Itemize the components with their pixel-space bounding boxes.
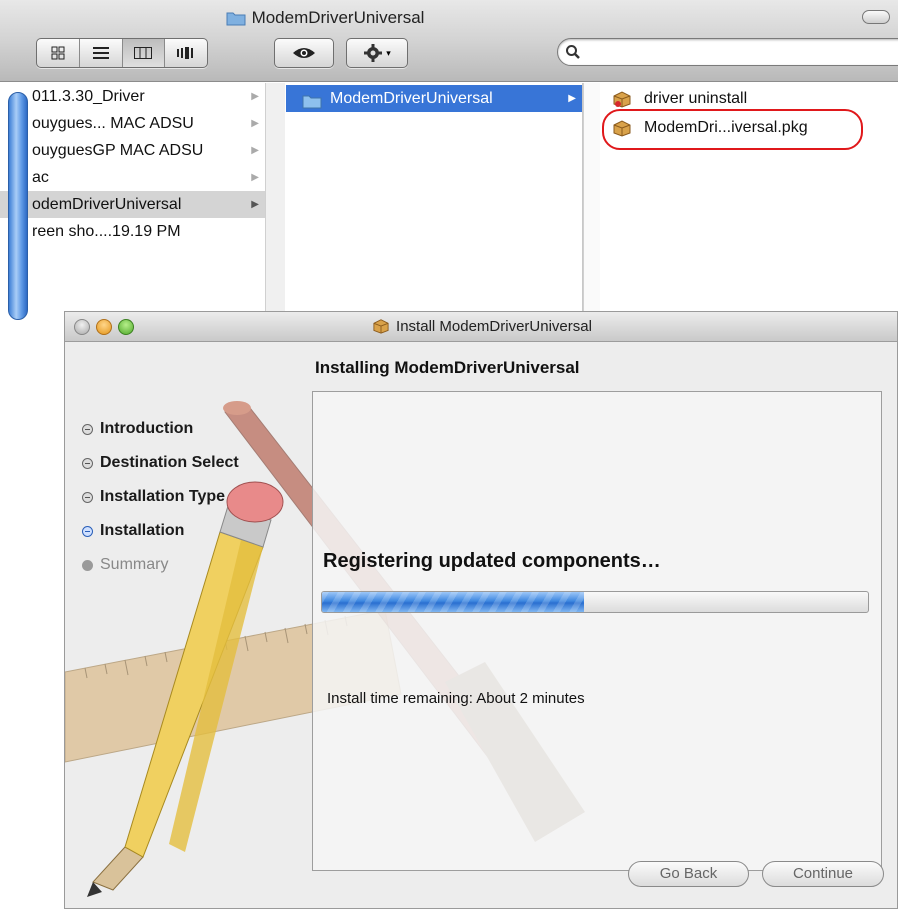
step-bullet-icon <box>82 424 93 435</box>
finder-column-2: ModemDriverUniversal ▶ <box>286 83 582 320</box>
step-destination-select: Destination Select <box>82 453 239 487</box>
step-installation-type: Installation Type <box>82 487 239 521</box>
list-item[interactable]: reen sho....19.19 PM <box>0 218 265 245</box>
icon-view-icon <box>51 46 65 60</box>
go-back-button[interactable]: Go Back <box>628 861 749 887</box>
step-bullet-icon <box>82 560 93 571</box>
list-item[interactable]: ouyguesGP MAC ADSU ▶ <box>0 137 265 164</box>
finder-toolbar: ModemDriverUniversal ▾ <box>0 0 898 82</box>
coverflow-view-icon <box>177 47 194 59</box>
column-view-button[interactable] <box>122 39 166 67</box>
list-item[interactable]: 011.3.30_Driver ▶ <box>0 83 265 110</box>
finder-title-text: ModemDriverUniversal <box>251 8 425 27</box>
highlight-annotation <box>602 109 863 150</box>
installer-title: Install ModemDriverUniversal <box>65 318 897 338</box>
search-input[interactable] <box>557 38 898 66</box>
chevron-down-icon: ▾ <box>386 47 391 58</box>
progress-bar-fill <box>322 592 585 612</box>
quick-look-button[interactable] <box>274 38 334 68</box>
installer-title-text: Install ModemDriverUniversal <box>396 318 592 335</box>
installer-steps: Introduction Destination Select Installa… <box>82 419 239 589</box>
step-bullet-icon <box>82 526 93 537</box>
step-installation: Installation <box>82 521 239 555</box>
list-view-icon <box>92 47 109 59</box>
installer-titlebar: Install ModemDriverUniversal <box>65 312 897 342</box>
toolbar-toggle-button[interactable] <box>862 10 890 24</box>
search-icon <box>566 45 580 59</box>
folder-icon <box>226 10 246 31</box>
chevron-right-icon: ▶ <box>251 199 259 210</box>
view-switcher <box>36 38 208 68</box>
chevron-right-icon: ▶ <box>251 118 259 129</box>
scrollbar[interactable] <box>8 92 28 320</box>
icon-view-button[interactable] <box>37 39 80 67</box>
time-remaining-text: Install time remaining: About 2 minutes <box>327 690 585 707</box>
eye-icon <box>293 48 315 58</box>
installer-content-panel: Registering updated components… Install … <box>312 391 882 871</box>
progress-bar <box>321 591 869 613</box>
list-item-selected[interactable]: odemDriverUniversal ▶ <box>0 191 265 218</box>
gear-icon <box>364 44 383 62</box>
step-summary: Summary <box>82 555 239 589</box>
list-view-button[interactable] <box>80 39 123 67</box>
step-bullet-icon <box>82 458 93 469</box>
finder-window: ModemDriverUniversal ▾ 011.3.30_Driver ▶… <box>0 0 898 320</box>
finder-column-1: 011.3.30_Driver ▶ ouygues... MAC ADSU ▶ ou… <box>0 83 265 320</box>
list-item[interactable]: ac ▶ <box>0 164 265 191</box>
column-view-icon <box>134 47 153 59</box>
chevron-right-icon: ▶ <box>251 172 259 183</box>
coverflow-view-button[interactable] <box>165 39 207 67</box>
chevron-right-icon: ▶ <box>251 91 259 102</box>
list-item[interactable]: driver uninstall <box>600 85 898 112</box>
list-item[interactable]: ouygues... MAC ADSU ▶ <box>0 110 265 137</box>
folder-icon <box>302 91 322 112</box>
finder-title: ModemDriverUniversal <box>0 8 650 31</box>
column-resize-handle[interactable] <box>583 83 600 320</box>
action-menu-button[interactable]: ▾ <box>346 38 408 68</box>
chevron-right-icon: ▶ <box>568 93 576 104</box>
installer-window: Install ModemDriverUniversal Installing … <box>64 311 898 909</box>
column-resize-handle[interactable] <box>265 83 285 320</box>
step-introduction: Introduction <box>82 419 239 453</box>
status-text: Registering updated components… <box>323 550 661 572</box>
package-icon <box>372 318 390 338</box>
continue-button[interactable]: Continue <box>762 861 884 887</box>
installer-heading: Installing ModemDriverUniversal <box>315 358 580 377</box>
step-bullet-icon <box>82 492 93 503</box>
list-item-selected[interactable]: ModemDriverUniversal ▶ <box>286 85 582 112</box>
chevron-right-icon: ▶ <box>251 145 259 156</box>
